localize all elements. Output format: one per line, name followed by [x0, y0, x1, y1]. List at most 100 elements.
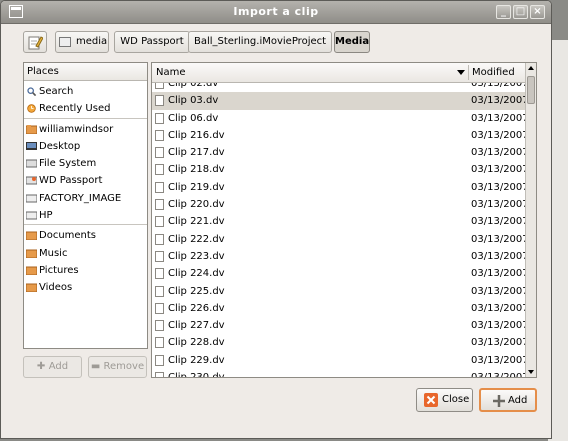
file-modified: 03/13/2007	[471, 95, 529, 107]
file-row[interactable]: Clip 225.dv 03/13/2007	[152, 283, 529, 300]
file-name: Clip 222.dv	[168, 233, 225, 245]
column-modified-header[interactable]: Modified	[472, 67, 515, 78]
file-icon	[155, 216, 164, 228]
add-button[interactable]: Add	[479, 388, 537, 412]
close-icon	[424, 393, 438, 407]
folder-icon	[26, 283, 37, 293]
remove-bookmark-button[interactable]: ▬ Remove	[88, 356, 147, 378]
file-icon	[155, 181, 164, 193]
place-home[interactable]: williamwindsor	[24, 121, 147, 138]
title-bar[interactable]: Import a clip _ □ ×	[1, 1, 551, 24]
drive-icon	[26, 211, 37, 220]
column-name-header[interactable]: Name	[156, 67, 186, 78]
file-row[interactable]: Clip 227.dv 03/13/2007	[152, 317, 529, 334]
drive-icon	[59, 37, 71, 47]
add-bookmark-button[interactable]: ✚ Add	[23, 356, 82, 378]
place-videos[interactable]: Videos	[24, 279, 147, 296]
file-name: Clip 228.dv	[168, 337, 225, 349]
place-music[interactable]: Music	[24, 245, 147, 262]
file-name: Clip 06.dv	[168, 112, 219, 124]
crumb-project[interactable]: Ball_Sterling.iMovieProject	[188, 31, 332, 53]
place-recently-used[interactable]: Recently Used	[24, 100, 147, 117]
place-documents[interactable]: Documents	[24, 227, 147, 244]
file-row[interactable]: Clip 226.dv 03/13/2007	[152, 300, 529, 317]
file-row[interactable]: Clip 222.dv 03/13/2007	[152, 231, 529, 248]
file-row[interactable]: Clip 230.dv 03/13/2007	[152, 369, 529, 377]
file-icon	[155, 268, 164, 280]
file-name: Clip 224.dv	[168, 268, 225, 280]
folder-icon	[26, 231, 37, 241]
harddisk-icon	[26, 159, 37, 168]
file-row[interactable]: Clip 223.dv 03/13/2007	[152, 248, 529, 265]
crumb-media[interactable]: media	[55, 31, 109, 53]
location-edit-toggle-button[interactable]	[23, 31, 47, 53]
file-modified: 03/13/2007	[471, 199, 529, 211]
file-row[interactable]: Clip 216.dv 03/13/2007	[152, 127, 529, 144]
file-icon	[155, 354, 164, 366]
place-hp[interactable]: HP	[24, 207, 147, 224]
file-modified: 03/13/2007	[471, 337, 529, 349]
file-name: Clip 03.dv	[168, 95, 219, 107]
file-name: Clip 229.dv	[168, 354, 225, 366]
place-wd-passport[interactable]: WD Passport	[24, 172, 147, 189]
minus-icon: ▬	[90, 361, 104, 372]
file-row[interactable]: Clip 06.dv 03/13/2007	[152, 110, 529, 127]
file-row[interactable]: Clip 228.dv 03/13/2007	[152, 334, 529, 351]
places-header[interactable]: Places	[24, 63, 147, 81]
file-row[interactable]: Clip 221.dv 03/13/2007	[152, 213, 529, 230]
file-name: Clip 225.dv	[168, 285, 225, 297]
maximize-button[interactable]: □	[513, 5, 528, 19]
place-factory-image[interactable]: FACTORY_IMAGE	[24, 190, 147, 207]
file-modified: 03/13/2007	[471, 302, 529, 314]
file-row[interactable]: Clip 220.dv 03/13/2007	[152, 196, 529, 213]
scroll-down-arrow-icon[interactable]	[528, 370, 534, 374]
close-button[interactable]: Close	[416, 388, 473, 412]
file-icon	[155, 302, 164, 314]
window-title: Import a clip	[233, 5, 319, 18]
sort-descending-icon[interactable]	[457, 70, 465, 75]
file-icon	[155, 372, 164, 377]
file-name: Clip 226.dv	[168, 302, 225, 314]
file-list-scrollbar[interactable]	[525, 63, 536, 377]
file-modified: 03/13/2007	[471, 129, 529, 141]
file-modified: 03/13/2007	[471, 164, 529, 176]
file-icon	[155, 320, 164, 332]
place-search[interactable]: Search	[24, 83, 147, 100]
file-name: Clip 220.dv	[168, 199, 225, 211]
close-window-button[interactable]: ×	[530, 5, 545, 19]
search-icon	[27, 87, 37, 96]
place-desktop[interactable]: Desktop	[24, 138, 147, 155]
clock-icon	[27, 104, 36, 114]
file-modified: 03/13/2007	[471, 216, 529, 228]
file-name: Clip 216.dv	[168, 129, 225, 141]
file-modified: 03/13/2007	[471, 285, 529, 297]
file-modified: 03/13/2007	[471, 233, 529, 245]
file-icon	[155, 250, 164, 262]
crumb-media-current[interactable]: Media	[334, 31, 370, 53]
desktop-icon	[26, 141, 37, 150]
folder-icon	[26, 266, 37, 275]
file-icon	[155, 95, 164, 107]
file-modified: 03/13/2007	[471, 268, 529, 280]
scroll-up-arrow-icon[interactable]	[528, 66, 534, 70]
scrollbar-thumb[interactable]	[527, 76, 535, 104]
file-icon	[155, 285, 164, 297]
file-rows: Clip 02.dv 03/13/2007 Clip 03.dv 03/13/2007…	[152, 75, 529, 377]
file-modified: 03/13/2007	[471, 354, 529, 366]
minimize-button[interactable]: _	[496, 5, 511, 19]
plus-icon: ✚	[36, 361, 49, 372]
file-row[interactable]: Clip 224.dv 03/13/2007	[152, 265, 529, 282]
places-panel: Places Search Recently Used williamwinds…	[23, 62, 148, 349]
file-row[interactable]: Clip 218.dv 03/13/2007	[152, 161, 529, 178]
place-file-system[interactable]: File System	[24, 155, 147, 172]
place-pictures[interactable]: Pictures	[24, 262, 147, 279]
file-row[interactable]: Clip 229.dv 03/13/2007	[152, 352, 529, 369]
edit-pencil-icon	[28, 36, 43, 50]
file-modified: 03/13/2007	[471, 250, 529, 262]
crumb-wd-passport[interactable]: WD Passport	[114, 31, 190, 53]
file-row[interactable]: Clip 219.dv 03/13/2007	[152, 179, 529, 196]
file-row[interactable]: Clip 03.dv 03/13/2007	[152, 92, 529, 110]
file-row[interactable]: Clip 217.dv 03/13/2007	[152, 144, 529, 161]
plus-icon	[493, 395, 505, 407]
file-name: Clip 227.dv	[168, 320, 225, 332]
